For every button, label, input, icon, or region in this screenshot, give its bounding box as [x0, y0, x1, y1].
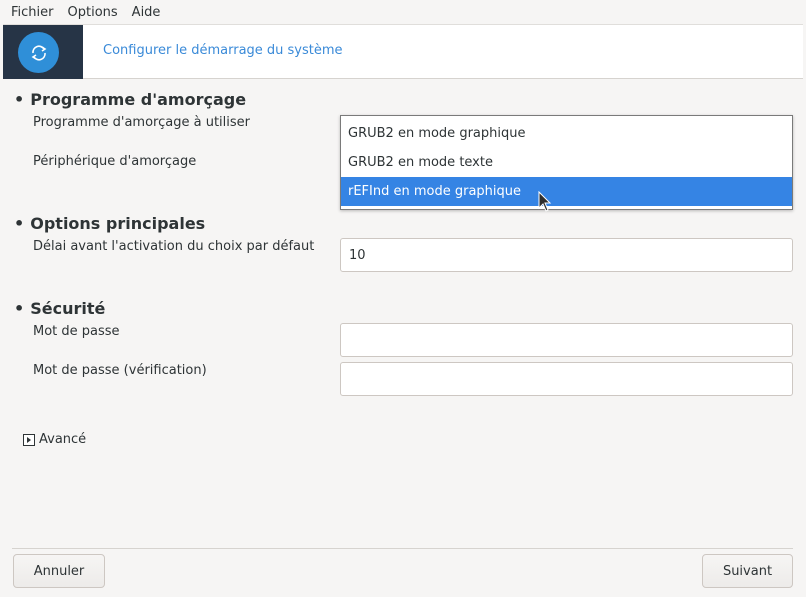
- boot-device-label: Périphérique d'amorçage: [33, 154, 197, 169]
- password-verify-label: Mot de passe (vérification): [33, 363, 207, 378]
- advanced-expander[interactable]: Avancé: [23, 432, 86, 447]
- refresh-cycle-icon: [18, 32, 59, 73]
- next-button[interactable]: Suivant: [702, 554, 793, 588]
- section-security-heading: • Sécurité: [14, 299, 106, 318]
- password-verify-input[interactable]: [340, 362, 793, 396]
- expand-arrow-icon: [23, 433, 35, 446]
- dropdown-option-grub2-graphic[interactable]: GRUB2 en mode graphique: [341, 119, 792, 148]
- password-label: Mot de passe: [33, 324, 120, 339]
- advanced-label: Avancé: [39, 432, 87, 447]
- menubar: Fichier Options Aide: [0, 0, 806, 24]
- cancel-button[interactable]: Annuler: [13, 554, 105, 588]
- bootloader-dropdown[interactable]: GRUB2 en mode graphique GRUB2 en mode te…: [340, 115, 793, 210]
- default-delay-input[interactable]: 10: [340, 238, 793, 272]
- footer-separator: [12, 548, 793, 549]
- page-title: Configurer le démarrage du système: [103, 43, 343, 58]
- section-main-options-heading: • Options principales: [14, 214, 206, 233]
- default-delay-label: Délai avant l'activation du choix par dé…: [33, 239, 315, 254]
- menu-aide[interactable]: Aide: [125, 5, 168, 20]
- menu-options[interactable]: Options: [61, 5, 125, 20]
- dropdown-option-refind-graphic[interactable]: rEFInd en mode graphique: [341, 177, 792, 206]
- password-input[interactable]: [340, 323, 793, 357]
- menu-fichier[interactable]: Fichier: [4, 5, 61, 20]
- bootloader-label: Programme d'amorçage à utiliser: [33, 115, 250, 130]
- mouse-pointer-icon: [538, 191, 552, 212]
- header-banner: Configurer le démarrage du système: [3, 24, 803, 79]
- section-bootloader-heading: • Programme d'amorçage: [14, 90, 247, 109]
- dropdown-option-grub2-text[interactable]: GRUB2 en mode texte: [341, 148, 792, 177]
